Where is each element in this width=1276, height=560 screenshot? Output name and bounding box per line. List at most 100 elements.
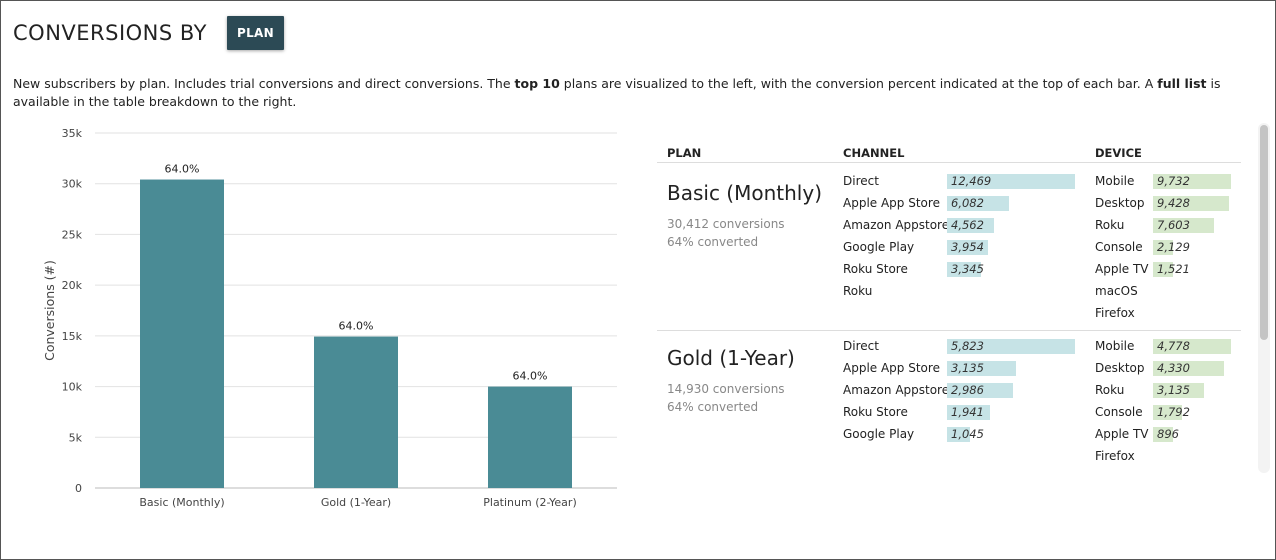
y-tick-label: 30k bbox=[62, 178, 83, 191]
device-item: Mobile 4,778 bbox=[1095, 335, 1237, 357]
y-tick-label: 10k bbox=[62, 381, 83, 394]
bar-data-label: 64.0% bbox=[339, 320, 374, 333]
y-tick-label: 20k bbox=[62, 279, 83, 292]
device-item: Desktop 4,330 bbox=[1095, 357, 1237, 379]
plan-conversions: 14,930 conversions bbox=[667, 382, 785, 396]
device-item: Console 1,792 bbox=[1095, 401, 1237, 423]
plan-converted-percent: 64% converted bbox=[667, 400, 759, 414]
device-label: Roku bbox=[1095, 383, 1125, 397]
bar bbox=[140, 179, 224, 488]
plan-converted-percent: 64% converted bbox=[667, 235, 759, 249]
device-label: Mobile bbox=[1095, 174, 1135, 188]
plan-name: Basic (Monthly) bbox=[667, 181, 822, 205]
panel-header: CONVERSIONS BY PLAN bbox=[13, 15, 284, 51]
bar-data-label: 64.0% bbox=[513, 370, 548, 383]
channel-item: Google Play 3,954 bbox=[843, 236, 1081, 258]
channel-value: 4,562 bbox=[951, 218, 984, 232]
channel-item: Apple App Store 6,082 bbox=[843, 192, 1081, 214]
channel-label: Apple App Store bbox=[843, 196, 940, 210]
device-item: Roku 7,603 bbox=[1095, 214, 1237, 236]
channel-item: Roku bbox=[843, 280, 1081, 302]
channel-label: Amazon Appstore bbox=[843, 218, 950, 232]
device-label: Console bbox=[1095, 405, 1143, 419]
device-item: Firefox bbox=[1095, 445, 1237, 467]
breakdown-table[interactable]: PLAN CHANNEL DEVICE Basic (Monthly) 30,41… bbox=[657, 123, 1253, 473]
channel-label: Direct bbox=[843, 339, 879, 353]
channel-item: Amazon Appstore 4,562 bbox=[843, 214, 1081, 236]
description-bold-full-list: full list bbox=[1157, 76, 1207, 91]
plan-row: Basic (Monthly) 30,412 conversions 64% con… bbox=[657, 166, 1241, 331]
device-label: Firefox bbox=[1095, 449, 1135, 463]
channel-item: Direct 5,823 bbox=[843, 335, 1081, 357]
plan-name: Gold (1-Year) bbox=[667, 346, 795, 370]
device-label: Apple TV bbox=[1095, 427, 1149, 441]
channel-label: Direct bbox=[843, 174, 879, 188]
device-value: 9,732 bbox=[1157, 174, 1190, 188]
channel-item: Roku Store 3,345 bbox=[843, 258, 1081, 280]
plan-row: Gold (1-Year) 14,930 conversions 64% conve… bbox=[657, 331, 1241, 473]
header-device: DEVICE bbox=[1095, 146, 1142, 160]
table-scrollbar-thumb[interactable] bbox=[1260, 125, 1268, 340]
channel-value: 2,986 bbox=[951, 383, 984, 397]
channel-item: Google Play 1,045 bbox=[843, 423, 1081, 445]
channel-value: 1,941 bbox=[951, 405, 984, 419]
y-axis-title: Conversions (#) bbox=[42, 260, 57, 361]
y-tick-label: 5k bbox=[69, 431, 83, 444]
device-item: macOS bbox=[1095, 280, 1237, 302]
bar bbox=[314, 336, 398, 488]
device-label: Apple TV bbox=[1095, 262, 1149, 276]
channel-value: 3,135 bbox=[951, 361, 984, 375]
channel-item: Amazon Appstore 2,986 bbox=[843, 379, 1081, 401]
conversions-bar-chart: 0 5k 10k 15k 20k 25k 30k 35k 64.0% Basic (Monthly… bbox=[42, 127, 617, 509]
device-label: Desktop bbox=[1095, 196, 1145, 210]
panel-title: CONVERSIONS BY bbox=[13, 21, 207, 45]
header-plan: PLAN bbox=[667, 146, 702, 160]
channel-value: 12,469 bbox=[951, 174, 992, 188]
channel-value: 6,082 bbox=[951, 196, 984, 210]
panel-description: New subscribers by plan. Includes trial … bbox=[13, 75, 1269, 111]
device-label: Mobile bbox=[1095, 339, 1135, 353]
plan-conversions: 30,412 conversions bbox=[667, 217, 785, 231]
device-label: macOS bbox=[1095, 467, 1138, 473]
channel-label: Roku Store bbox=[843, 262, 908, 276]
y-tick-label: 25k bbox=[62, 228, 83, 241]
device-value: 896 bbox=[1157, 427, 1179, 441]
channel-label: Google Play bbox=[843, 240, 915, 254]
device-label: Roku bbox=[1095, 218, 1125, 232]
channel-value: 3,954 bbox=[951, 240, 984, 254]
x-tick-label: Basic (Monthly) bbox=[139, 496, 224, 509]
device-item: Roku 3,135 bbox=[1095, 379, 1237, 401]
channel-value: 5,823 bbox=[951, 339, 984, 353]
channel-label: Amazon Appstore bbox=[843, 383, 950, 397]
table-scrollbar[interactable] bbox=[1258, 123, 1270, 473]
device-value: 4,330 bbox=[1157, 361, 1190, 375]
device-label: Console bbox=[1095, 240, 1143, 254]
channel-value: 3,345 bbox=[951, 262, 984, 276]
x-tick-label: Platinum (2-Year) bbox=[483, 496, 577, 509]
device-label: Firefox bbox=[1095, 306, 1135, 320]
device-item: Desktop 9,428 bbox=[1095, 192, 1237, 214]
channel-label: Apple App Store bbox=[843, 361, 940, 375]
channel-label: Roku bbox=[843, 284, 873, 298]
channel-label: Google Play bbox=[843, 427, 915, 441]
channel-label: Roku Store bbox=[843, 405, 908, 419]
device-value: 2,129 bbox=[1157, 240, 1190, 254]
device-value: 1,521 bbox=[1157, 262, 1190, 276]
y-tick-label: 15k bbox=[62, 330, 83, 343]
device-item: Mobile 9,732 bbox=[1095, 170, 1237, 192]
table-header: PLAN CHANNEL DEVICE bbox=[657, 144, 1241, 163]
channel-item: Roku Store 1,941 bbox=[843, 401, 1081, 423]
device-label: Desktop bbox=[1095, 361, 1145, 375]
description-text-1: New subscribers by plan. Includes trial … bbox=[13, 76, 515, 91]
device-item: Apple TV 1,521 bbox=[1095, 258, 1237, 280]
device-item: Firefox bbox=[1095, 302, 1237, 324]
channel-value: 1,045 bbox=[951, 427, 984, 441]
plan-button[interactable]: PLAN bbox=[226, 16, 284, 50]
device-value: 9,428 bbox=[1157, 196, 1190, 210]
bar bbox=[488, 386, 572, 488]
y-tick-label: 0 bbox=[75, 482, 82, 495]
x-tick-label: Gold (1-Year) bbox=[321, 496, 391, 509]
description-text-2: plans are visualized to the left, with t… bbox=[559, 76, 1158, 91]
device-value: 4,778 bbox=[1157, 339, 1190, 353]
y-tick-label: 35k bbox=[62, 127, 83, 140]
